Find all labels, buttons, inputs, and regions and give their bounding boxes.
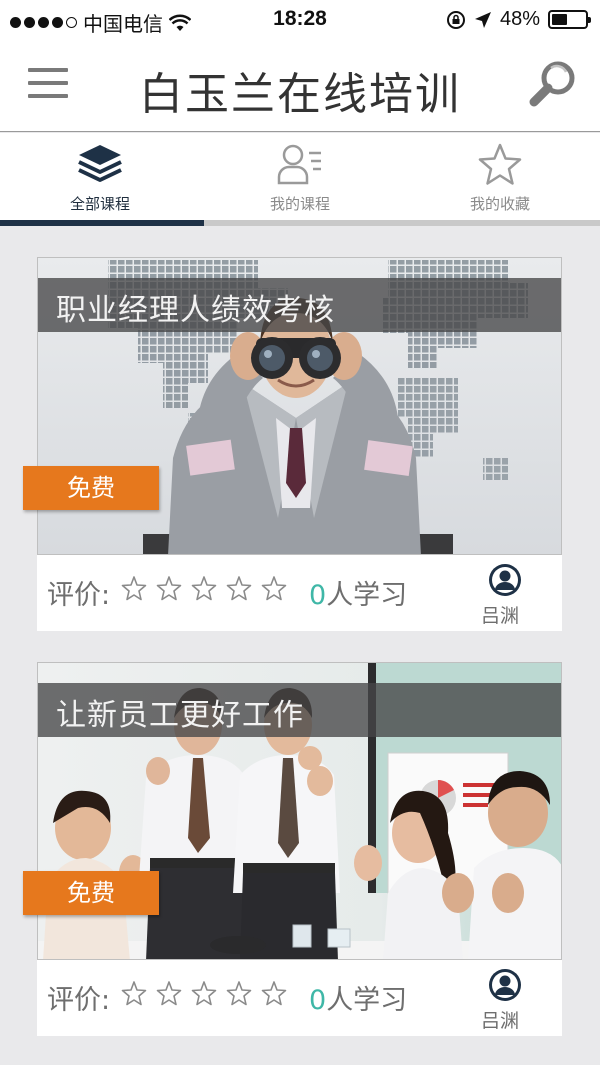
battery-icon	[548, 10, 591, 29]
author-avatar-icon[interactable]	[488, 968, 522, 1002]
course-image[interactable]: 让新员工更好工作	[37, 662, 562, 960]
rating-label: 评价:	[47, 580, 111, 611]
card-footer: 评价: 0人学习 吕渊	[37, 555, 562, 631]
search-icon[interactable]	[526, 58, 578, 110]
course-image[interactable]: 职业经理人绩效考核	[37, 257, 562, 555]
user-list-icon	[277, 144, 321, 185]
tab-label: 我的课程	[269, 195, 330, 213]
author-avatar-icon[interactable]	[488, 563, 522, 597]
tab-label: 我的收藏	[469, 195, 530, 213]
course-title: 职业经理人绩效考核	[56, 293, 335, 328]
nav-bar: 白玉兰在线培训	[0, 40, 600, 132]
status-bar: 中国电信 18:28 48%	[0, 0, 600, 40]
rotation-lock-icon	[446, 10, 465, 29]
status-right: 48%	[446, 8, 591, 31]
battery-fill	[552, 14, 568, 25]
free-badge: 免费	[23, 871, 159, 915]
author-name[interactable]: 吕渊	[481, 1006, 519, 1033]
star-outline-icon[interactable]	[156, 575, 182, 601]
learners-number: 0	[309, 985, 327, 1016]
battery-percent: 48%	[499, 8, 540, 30]
star-outline-icon[interactable]	[191, 980, 217, 1006]
active-tab-indicator	[0, 220, 204, 226]
star-outline-icon[interactable]	[121, 575, 147, 601]
course-card[interactable]: 让新员工更好工作 免费 评价: 0人学习 吕渊	[23, 662, 562, 1036]
rating-label: 评价:	[47, 985, 111, 1016]
rating-stars	[121, 575, 287, 601]
location-arrow-icon	[474, 11, 491, 28]
star-outline-icon[interactable]	[226, 980, 252, 1006]
learners-count: 0人学习	[309, 978, 407, 1017]
free-badge: 免费	[23, 466, 159, 510]
stack-layers-icon	[78, 145, 122, 182]
card-title-band: 职业经理人绩效考核	[38, 278, 561, 332]
author-name[interactable]: 吕渊	[481, 601, 519, 628]
star-outline-icon[interactable]	[156, 980, 182, 1006]
learners-suffix: 人学习	[326, 985, 408, 1016]
tab-all-courses[interactable]: 全部课程	[0, 133, 200, 221]
tab-my-courses[interactable]: 我的课程	[200, 133, 400, 221]
rating-stars	[121, 980, 287, 1006]
course-title: 让新员工更好工作	[56, 698, 304, 733]
star-outline-icon[interactable]	[261, 980, 287, 1006]
card-footer: 评价: 0人学习 吕渊	[37, 960, 562, 1036]
page-title: 白玉兰在线培训	[139, 69, 461, 120]
tab-bar: 全部课程 我的课程 我的收藏	[0, 133, 600, 225]
star-outline-icon[interactable]	[261, 575, 287, 601]
star-outline-icon[interactable]	[191, 575, 217, 601]
learners-count: 0人学习	[309, 573, 407, 612]
course-card[interactable]: 职业经理人绩效考核 免费 评价: 0人学习 吕渊	[23, 257, 562, 631]
learners-number: 0	[309, 580, 327, 611]
tab-my-favorites[interactable]: 我的收藏	[400, 133, 600, 221]
tab-label: 全部课程	[69, 195, 130, 213]
star-outline-icon[interactable]	[226, 575, 252, 601]
card-title-band: 让新员工更好工作	[38, 683, 561, 737]
learners-suffix: 人学习	[326, 580, 408, 611]
star-outline-icon[interactable]	[121, 980, 147, 1006]
star-outline-icon	[478, 143, 522, 185]
